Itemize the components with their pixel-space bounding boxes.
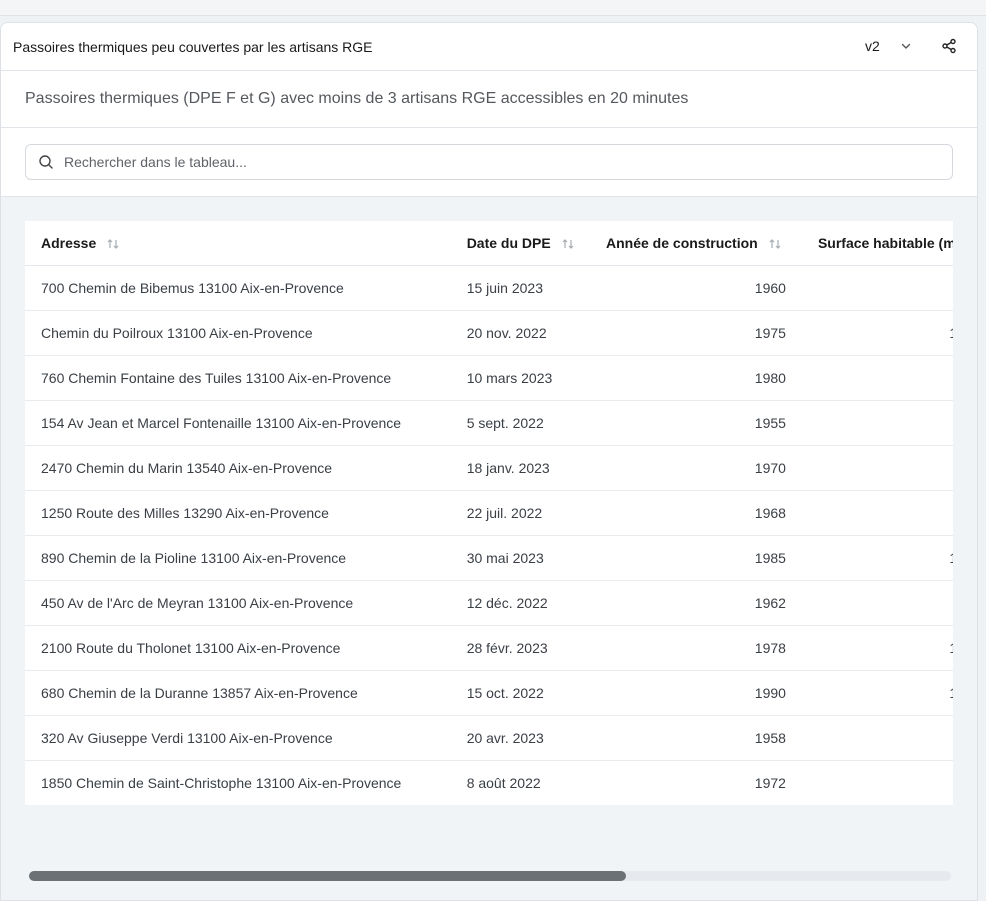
- cell-annee-construction: 1955: [606, 400, 798, 446]
- cell-surface-habitable: 9: [797, 490, 953, 536]
- horizontal-scrollbar[interactable]: [29, 871, 951, 881]
- cell-adresse: 1850 Chemin de Saint-Christophe 13100 Ai…: [25, 760, 467, 805]
- cell-annee-construction: 1972: [606, 760, 798, 805]
- column-header-label: Année de construction: [606, 234, 758, 251]
- chevron-down-icon: [901, 43, 911, 49]
- cell-surface-habitable: 12: [797, 310, 953, 356]
- table-row[interactable]: 2100 Route du Tholonet 13100 Aix-en-Prov…: [25, 625, 953, 671]
- cell-date-dpe: 15 juin 2023: [466, 265, 606, 311]
- cell-adresse: 890 Chemin de la Pioline 13100 Aix-en-Pr…: [25, 535, 467, 581]
- cell-annee-construction: 1990: [606, 670, 798, 716]
- column-header-adresse[interactable]: Adresse: [25, 221, 467, 266]
- cell-surface-habitable: 8: [797, 580, 953, 626]
- cell-date-dpe: 5 sept. 2022: [466, 400, 606, 446]
- cell-adresse: Chemin du Poilroux 13100 Aix-en-Provence: [25, 310, 467, 356]
- cell-date-dpe: 15 oct. 2022: [466, 670, 606, 716]
- cell-date-dpe: 20 nov. 2022: [466, 310, 606, 356]
- column-header-annee-construction[interactable]: Année de construction: [606, 221, 798, 266]
- table-row[interactable]: 154 Av Jean et Marcel Fontenaille 13100 …: [25, 400, 953, 446]
- search-box[interactable]: [25, 144, 953, 180]
- top-bar: [0, 0, 986, 16]
- version-label: v2: [865, 38, 880, 54]
- table-row[interactable]: 760 Chemin Fontaine des Tuiles 13100 Aix…: [25, 355, 953, 401]
- card-header: Passoires thermiques peu couvertes par l…: [1, 23, 977, 71]
- cell-date-dpe: 22 juil. 2022: [466, 490, 606, 536]
- search-input[interactable]: [62, 153, 926, 171]
- column-header-label: Surface habitable (m²): [817, 235, 953, 251]
- cell-annee-construction: 1960: [606, 265, 798, 311]
- cell-surface-habitable: 6: [797, 715, 953, 761]
- table-row[interactable]: Chemin du Poilroux 13100 Aix-en-Provence…: [25, 310, 953, 356]
- cell-surface-habitable: 13: [797, 535, 953, 581]
- cell-surface-habitable: 7: [797, 400, 953, 446]
- table-row[interactable]: 450 Av de l'Arc de Meyran 13100 Aix-en-P…: [25, 580, 953, 626]
- card-subtitle: Passoires thermiques (DPE F et G) avec m…: [25, 90, 689, 107]
- sort-arrows-icon[interactable]: [561, 237, 575, 251]
- cell-adresse: 680 Chemin de la Duranne 13857 Aix-en-Pr…: [25, 670, 467, 716]
- cell-annee-construction: 1975: [606, 310, 798, 356]
- cell-annee-construction: 1985: [606, 535, 798, 581]
- cell-adresse: 2100 Route du Tholonet 13100 Aix-en-Prov…: [25, 625, 467, 671]
- table-row[interactable]: 890 Chemin de la Pioline 13100 Aix-en-Pr…: [25, 535, 953, 581]
- cell-adresse: 760 Chemin Fontaine des Tuiles 13100 Aix…: [25, 355, 467, 401]
- search-bar: [1, 128, 977, 197]
- cell-surface-habitable: 9: [797, 265, 953, 311]
- cell-adresse: 700 Chemin de Bibemus 13100 Aix-en-Prove…: [25, 265, 467, 311]
- subtitle-bar: Passoires thermiques (DPE F et G) avec m…: [1, 71, 977, 128]
- dashboard-card: Passoires thermiques peu couvertes par l…: [0, 22, 978, 901]
- cell-date-dpe: 12 déc. 2022: [466, 580, 606, 626]
- card-title: Passoires thermiques peu couvertes par l…: [13, 38, 373, 55]
- table-row[interactable]: 1850 Chemin de Saint-Christophe 13100 Ai…: [25, 760, 953, 805]
- table-row[interactable]: 2470 Chemin du Marin 13540 Aix-en-Proven…: [25, 445, 953, 491]
- cell-annee-construction: 1962: [606, 580, 798, 626]
- cell-adresse: 154 Av Jean et Marcel Fontenaille 13100 …: [25, 400, 467, 446]
- search-icon: [39, 155, 53, 169]
- cell-annee-construction: 1980: [606, 355, 798, 401]
- cell-annee-construction: 1970: [606, 445, 798, 491]
- table-row[interactable]: 680 Chemin de la Duranne 13857 Aix-en-Pr…: [25, 670, 953, 716]
- column-header-date-dpe[interactable]: Date du DPE: [466, 221, 606, 266]
- cell-surface-habitable: 14: [797, 670, 953, 716]
- cell-surface-habitable: 10: [797, 625, 953, 671]
- cell-surface-habitable: 1: [797, 445, 953, 491]
- cell-date-dpe: 28 févr. 2023: [466, 625, 606, 671]
- cell-date-dpe: 20 avr. 2023: [466, 715, 606, 761]
- cell-adresse: 450 Av de l'Arc de Meyran 13100 Aix-en-P…: [25, 580, 467, 626]
- column-header-label: Adresse: [41, 234, 97, 251]
- cell-adresse: 1250 Route des Milles 13290 Aix-en-Prove…: [25, 490, 467, 536]
- table-row[interactable]: 320 Av Giuseppe Verdi 13100 Aix-en-Prove…: [25, 715, 953, 761]
- cell-adresse: 2470 Chemin du Marin 13540 Aix-en-Proven…: [25, 445, 467, 491]
- cell-date-dpe: 8 août 2022: [466, 760, 606, 805]
- share-icon[interactable]: [941, 38, 957, 54]
- cell-adresse: 320 Av Giuseppe Verdi 13100 Aix-en-Prove…: [25, 715, 467, 761]
- cell-surface-habitable: 8: [797, 355, 953, 401]
- data-table: Adresse Date du DPE Année de constructio…: [25, 221, 953, 805]
- cell-date-dpe: 30 mai 2023: [466, 535, 606, 581]
- sort-arrows-icon[interactable]: [768, 237, 782, 251]
- scrollbar-thumb[interactable]: [29, 871, 626, 881]
- cell-annee-construction: 1958: [606, 715, 798, 761]
- table-header-row: Adresse Date du DPE Année de constructio…: [25, 221, 953, 266]
- cell-annee-construction: 1978: [606, 625, 798, 671]
- column-header-label: Date du DPE: [466, 234, 551, 251]
- cell-surface-habitable: 1: [797, 760, 953, 805]
- cell-date-dpe: 18 janv. 2023: [466, 445, 606, 491]
- column-header-surface-habitable[interactable]: Surface habitable (m²): [797, 221, 953, 266]
- table-row[interactable]: 700 Chemin de Bibemus 13100 Aix-en-Prove…: [25, 265, 953, 311]
- cell-date-dpe: 10 mars 2023: [466, 355, 606, 401]
- version-select[interactable]: v2: [853, 32, 917, 60]
- table-row[interactable]: 1250 Route des Milles 13290 Aix-en-Prove…: [25, 490, 953, 536]
- cell-annee-construction: 1968: [606, 490, 798, 536]
- sort-arrows-icon[interactable]: [106, 237, 120, 251]
